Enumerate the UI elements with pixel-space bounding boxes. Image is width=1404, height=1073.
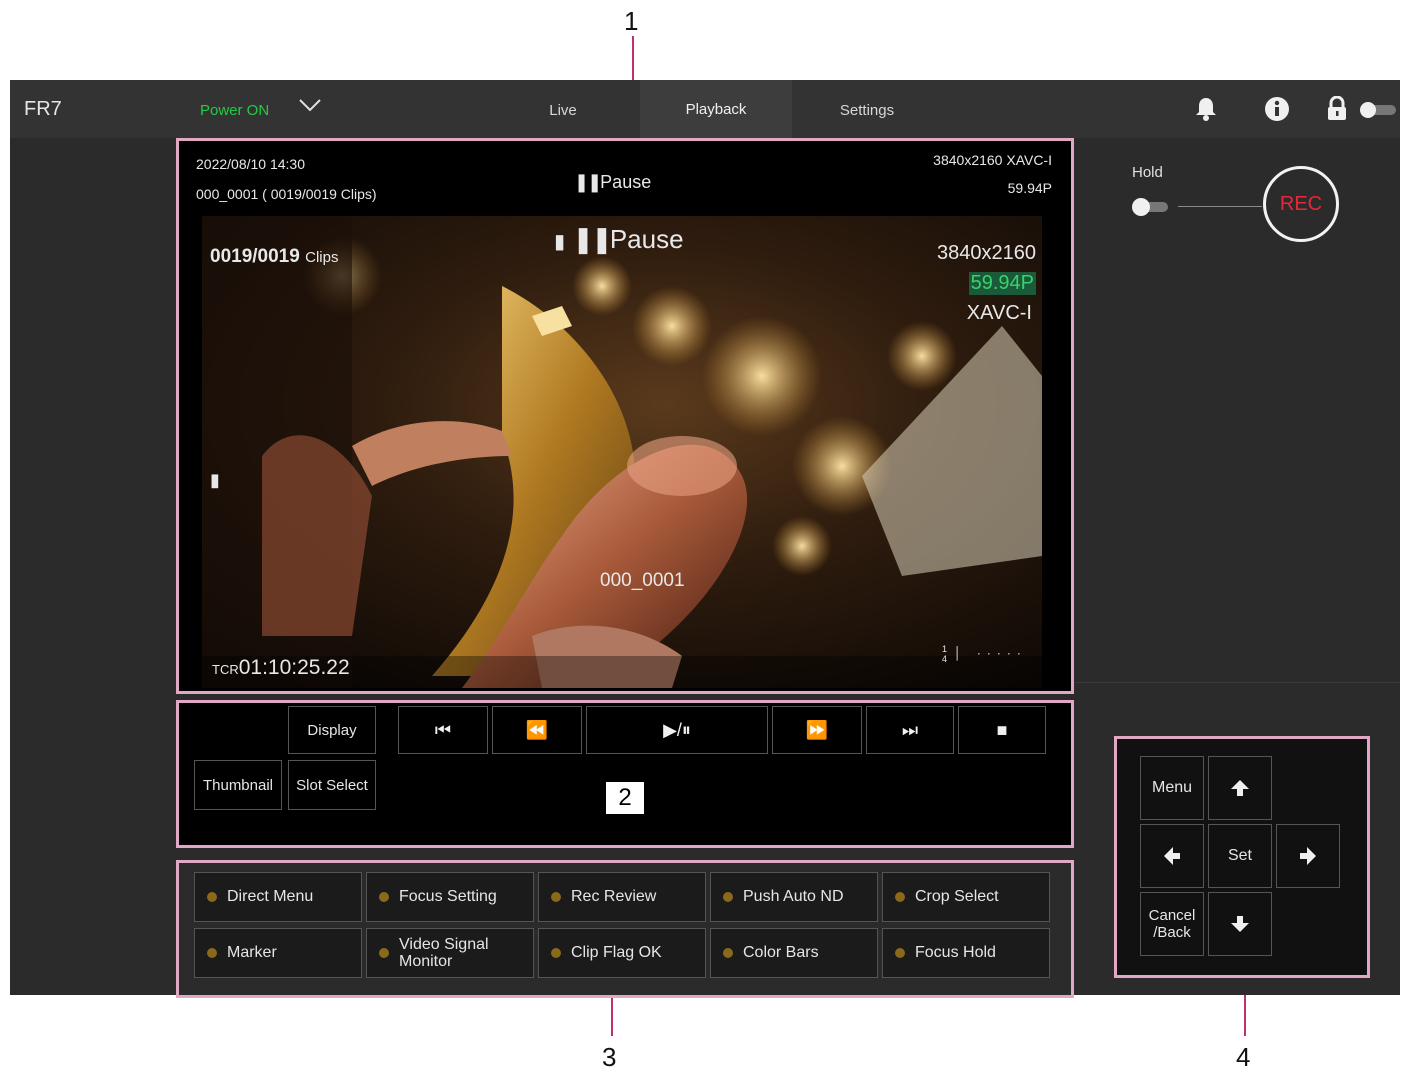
highlight-box-1 [176,138,1074,694]
callout-3: 3 [602,1042,617,1072]
rec-button[interactable]: REC [1263,166,1339,242]
tab-live[interactable]: Live [488,80,638,138]
callout-4: 4 [1236,1042,1251,1072]
power-status[interactable]: Power ON [200,102,269,119]
callout-1: 1 [624,6,639,36]
tab-settings[interactable]: Settings [792,80,942,138]
callout-3-line [611,996,613,1036]
chevron-down-icon[interactable] [298,98,322,119]
highlight-box-4 [1114,736,1370,978]
right-panel-divider [1074,682,1400,683]
lock-toggle[interactable] [1358,100,1398,125]
rec-label: REC [1279,192,1323,215]
highlight-box-3 [176,860,1074,998]
lock-icon[interactable] [1326,95,1348,127]
tab-playback[interactable]: Playback [640,80,792,140]
app-name: FR7 [24,98,62,120]
hold-connector-line [1178,206,1262,207]
hold-label: Hold [1132,164,1163,181]
info-icon[interactable] [1264,96,1290,127]
top-bar: FR7 Power ON Live Playback Settings [10,80,1400,140]
highlight-box-2 [176,700,1074,848]
bell-icon[interactable] [1194,96,1218,127]
hold-toggle[interactable] [1128,194,1172,225]
